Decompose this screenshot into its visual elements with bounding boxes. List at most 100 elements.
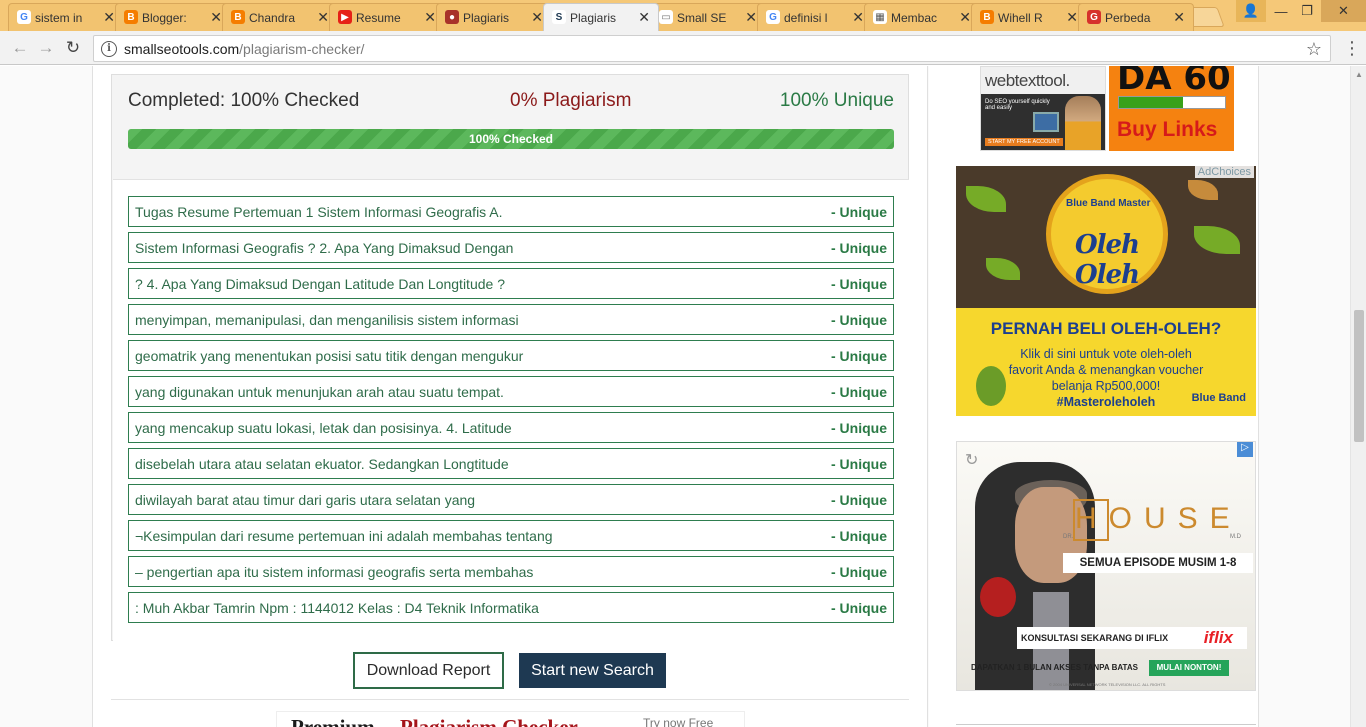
- sentence-result-row[interactable]: ? 4. Apa Yang Dimaksud Dengan Latitude D…: [128, 268, 894, 299]
- da60-meter-fill: [1119, 97, 1183, 108]
- apple-image: [980, 577, 1016, 617]
- blueband-logo: Blue Band: [1191, 392, 1246, 404]
- start-new-search-button[interactable]: Start new Search: [519, 653, 666, 688]
- house-md-ad[interactable]: ↻ ▷ HOUSE DR. M.D SEMUA EPISODE MUSIM 1-…: [956, 441, 1256, 691]
- browser-tab[interactable]: ▶ Resume ✕: [329, 3, 445, 31]
- tab-title: Resume: [356, 10, 401, 25]
- iflix-logo: iflix: [1203, 628, 1233, 647]
- sentence-result-row[interactable]: yang digunakan untuk menunjukan arah ata…: [128, 376, 894, 407]
- scrollbar-thumb[interactable]: [1354, 310, 1364, 442]
- sentence-text: disebelah utara atau selatan ekuator. Se…: [135, 455, 509, 472]
- tab-close-icon[interactable]: ✕: [852, 9, 864, 26]
- promo-title-checker: Plagiarism Checker: [400, 715, 578, 727]
- blueband-ad[interactable]: Blue Band Master Oleh Oleh AdChoices PER…: [956, 166, 1256, 416]
- sentence-result-row[interactable]: yang mencakup suatu lokasi, letak dan po…: [128, 412, 894, 443]
- sentence-result-row[interactable]: diwilayah barat atau timur dari garis ut…: [128, 484, 894, 515]
- browser-tab[interactable]: ▭ Small SE ✕: [650, 3, 766, 31]
- close-window-button[interactable]: ✕: [1321, 0, 1366, 22]
- sentence-result-row[interactable]: Sistem Informasi Geografis ? 2. Apa Yang…: [128, 232, 894, 263]
- house-title: HOUSE: [1075, 502, 1242, 535]
- laptop-image: [1033, 112, 1059, 132]
- sentence-result-row[interactable]: : Muh Akbar Tamrin Npm : 1144012 Kelas :…: [128, 592, 894, 623]
- sentence-result-row[interactable]: geomatrik yang menentukan posisi satu ti…: [128, 340, 894, 371]
- reload-button[interactable]: ↻: [63, 38, 83, 58]
- url-path: /plagiarism-checker/: [239, 40, 365, 57]
- bookmark-star-icon[interactable]: ☆: [1306, 39, 1322, 60]
- tab-title: Perbeda: [1105, 10, 1151, 25]
- blueband-headline: Oleh Oleh: [1075, 230, 1140, 290]
- tab-close-icon[interactable]: ✕: [210, 9, 222, 26]
- document-icon: ▭: [659, 10, 673, 24]
- sentence-status-badge: - Unique: [831, 455, 887, 472]
- browser-tab[interactable]: S Plagiaris ✕: [543, 3, 659, 31]
- webtexttool-logo: webtexttool.: [985, 71, 1070, 90]
- avocado-decoration: [976, 366, 1006, 406]
- tab-close-icon[interactable]: ✕: [1066, 9, 1078, 26]
- forward-button[interactable]: →: [36, 38, 56, 58]
- browser-menu-icon[interactable]: ⋮: [1343, 37, 1361, 59]
- divider: [956, 724, 1256, 725]
- tab-close-icon[interactable]: ✕: [531, 9, 543, 26]
- tool-icon: ▦: [873, 10, 887, 24]
- sentence-status-badge: - Unique: [831, 527, 887, 544]
- site-info-icon[interactable]: i: [101, 40, 117, 57]
- sentence-text: geomatrik yang menentukan posisi satu ti…: [135, 347, 524, 364]
- refresh-icon[interactable]: ↻: [965, 450, 978, 470]
- webtexttool-ad[interactable]: webtexttool. Do SEO yourself quickly and…: [980, 66, 1106, 151]
- tab-title: Plagiaris: [570, 10, 617, 25]
- address-bar[interactable]: i smallseotools.com/plagiarism-checker/ …: [93, 35, 1331, 62]
- browser-tab[interactable]: Gsistem in ✕: [8, 3, 124, 31]
- scroll-up-icon[interactable]: ▲: [1355, 70, 1363, 79]
- sentence-text: : Muh Akbar Tamrin Npm : 1144012 Kelas :…: [135, 599, 539, 616]
- iflix-cta[interactable]: KONSULTASI SEKARANG DI IFLIX iflix: [1017, 627, 1247, 649]
- blogger-icon: B: [124, 10, 138, 24]
- back-button[interactable]: ←: [10, 38, 30, 58]
- browser-tab[interactable]: ● Plagiaris ✕: [436, 3, 552, 31]
- completed-status: Completed: 100% Checked: [128, 90, 360, 111]
- sentence-result-row[interactable]: disebelah utara atau selatan ekuator. Se…: [128, 448, 894, 479]
- maximize-window-button[interactable]: ❐: [1292, 0, 1322, 22]
- tab-close-icon[interactable]: ✕: [959, 9, 971, 26]
- url-host: smallseotools.com: [124, 40, 240, 57]
- download-report-button[interactable]: Download Report: [353, 652, 504, 689]
- adchoices-icon[interactable]: AdChoices: [1194, 166, 1254, 178]
- watch-now-button[interactable]: MULAI NONTON!: [1149, 660, 1229, 676]
- user-profile-icon[interactable]: 👤: [1236, 0, 1266, 22]
- check-progress-bar: 100% Checked: [128, 129, 894, 149]
- tab-title: Chandra: [249, 10, 296, 25]
- browser-tab[interactable]: B Wihell R ✕: [971, 3, 1087, 31]
- sentence-text: Sistem Informasi Geografis ? 2. Apa Yang…: [135, 239, 514, 256]
- promo-try-free[interactable]: Try now Free: [643, 716, 713, 727]
- browser-tab[interactable]: G Perbeda ✕: [1078, 3, 1194, 31]
- blogger-icon: B: [231, 10, 245, 24]
- sentence-status-badge: - Unique: [831, 599, 887, 616]
- browser-tab[interactable]: Gdefinisi l ✕: [757, 3, 873, 31]
- tab-close-icon[interactable]: ✕: [103, 9, 115, 26]
- tab-close-icon[interactable]: ✕: [638, 9, 650, 26]
- premium-checker-banner[interactable]: Premium Plagiarism Checker Try now Free: [276, 711, 745, 727]
- sentence-result-row[interactable]: ¬Kesimpulan dari resume pertemuan ini ad…: [128, 520, 894, 551]
- sentence-status-badge: - Unique: [831, 239, 887, 256]
- sentence-text: ? 4. Apa Yang Dimaksud Dengan Latitude D…: [135, 275, 505, 292]
- sentence-result-row[interactable]: Tugas Resume Pertemuan 1 Sistem Informas…: [128, 196, 894, 227]
- blueband-body: Klik di sini untuk vote oleh-oleh favori…: [1004, 346, 1208, 410]
- page-scrollbar[interactable]: ▲: [1350, 66, 1366, 727]
- browser-toolbar: ← → ↻ i smallseotools.com/plagiarism-che…: [0, 31, 1366, 65]
- da60-ad[interactable]: DA 60 Buy Links: [1109, 66, 1234, 151]
- webtexttool-cta[interactable]: START MY FREE ACCOUNT: [985, 138, 1063, 146]
- browser-tab[interactable]: ▦ Membac ✕: [864, 3, 980, 31]
- person-image: [1065, 96, 1101, 150]
- tab-close-icon[interactable]: ✕: [1173, 9, 1185, 26]
- promo-title-premium: Premium: [291, 715, 375, 727]
- sentence-result-row[interactable]: – pengertian apa itu sistem informasi ge…: [128, 556, 894, 587]
- tab-close-icon[interactable]: ✕: [317, 9, 329, 26]
- results-actions: Download Report Start new Search: [93, 652, 927, 689]
- da60-title: DA 60: [1117, 66, 1231, 98]
- ad-info-icon[interactable]: ▷: [1237, 442, 1253, 457]
- browser-tab[interactable]: B Blogger: ✕: [115, 3, 231, 31]
- tab-close-icon[interactable]: ✕: [424, 9, 436, 26]
- browser-tab[interactable]: B Chandra ✕: [222, 3, 338, 31]
- tab-close-icon[interactable]: ✕: [745, 9, 757, 26]
- sentence-result-row[interactable]: menyimpan, memanipulasi, dan menganilisi…: [128, 304, 894, 335]
- sentence-status-badge: - Unique: [831, 347, 887, 364]
